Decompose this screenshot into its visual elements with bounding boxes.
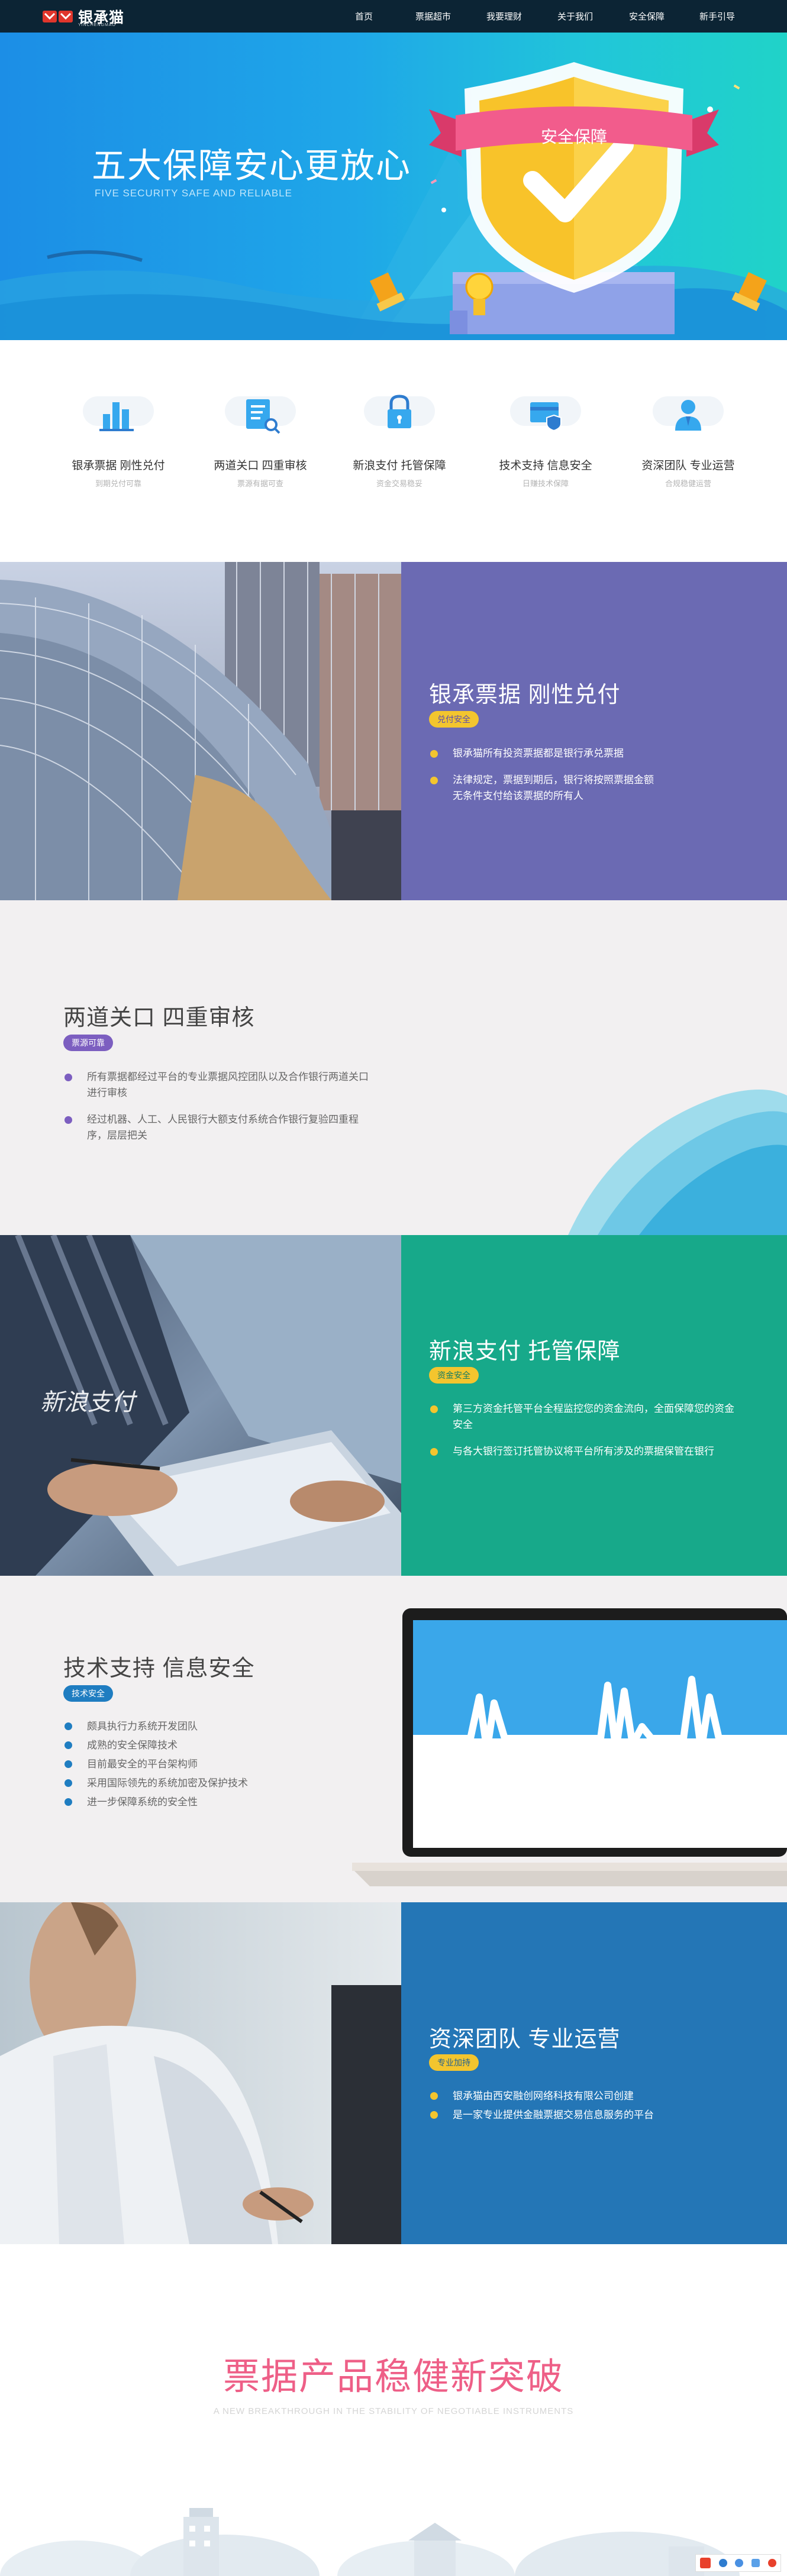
hero-subtitle: FIVE SECURITY SAFE AND RELIABLE bbox=[95, 188, 292, 199]
bullet-dot bbox=[430, 1405, 438, 1413]
hero-banner: 安全保障 五大保障安心更放心 FIVE SECURITY SAFE AND RE… bbox=[0, 33, 787, 340]
list-item: 第三方资金托管平台全程监控您的资金流向，全面保障您的资金安全 bbox=[429, 1401, 737, 1433]
list-item: 经过机器、人工、人民银行大额支付系统合作银行复验四重程序，层层把关 bbox=[63, 1111, 371, 1143]
bullet-dot bbox=[430, 1448, 438, 1456]
section-double-review: 两道关口 四重审核 票源可靠 所有票据都经过平台的专业票据风控团队以及合作银行两… bbox=[0, 900, 787, 1235]
city-skyline-graphic bbox=[0, 2508, 740, 2576]
list-item: 所有票据都经过平台的专业票据风控团队以及合作银行两道关口进行审核 bbox=[63, 1069, 371, 1101]
feature-desc: 日赚技术保障 bbox=[522, 479, 569, 488]
list-item: 与各大银行签订托管协议将平台所有涉及的票据保管在银行 bbox=[429, 1443, 737, 1459]
document-search-icon bbox=[201, 373, 320, 450]
sina-pay-watermark: 新浪支付 bbox=[40, 1389, 135, 1415]
bullet-dot bbox=[64, 1741, 72, 1749]
top-nav: 银承猫 YINCHENGMAO 首页 票据超市 我要理财 关于我们 安全保障 新… bbox=[0, 0, 787, 33]
list-item: 目前最安全的平台架构师 bbox=[63, 1756, 336, 1773]
building-photo bbox=[0, 562, 401, 900]
bullet-dot bbox=[64, 1760, 72, 1768]
section-list: 银承猫所有投资票据都是银行承兑票据 法律规定，票据到期后，银行将按照票据金额无条… bbox=[429, 745, 660, 815]
section-tag: 专业加持 bbox=[429, 2054, 479, 2071]
list-item: 是一家专业提供金融票据交易信息服务的平台 bbox=[429, 2106, 737, 2124]
feature-item[interactable]: 银承票据 刚性兑付 到期兑付可靠 bbox=[59, 373, 178, 489]
section-title: 两道关口 四重审核 bbox=[63, 1006, 255, 1030]
nav-item-guide[interactable]: 新手引导 bbox=[699, 10, 735, 22]
bullet-dot bbox=[64, 1722, 72, 1730]
section-title: 银承票据 刚性兑付 bbox=[429, 683, 621, 707]
bullet-dot bbox=[64, 1779, 72, 1787]
section-tag: 资金安全 bbox=[429, 1367, 479, 1384]
mic-icon[interactable] bbox=[735, 2559, 744, 2567]
section-title: 新浪支付 托管保障 bbox=[429, 1339, 621, 1364]
section-team: 资深团队 专业运营 专业加持 银承猫由西安融创网络科技有限公司创建 是一家专业提… bbox=[0, 1902, 787, 2244]
feature-desc: 资金交易稳妥 bbox=[376, 479, 422, 488]
list-item: 银承猫所有投资票据都是银行承兑票据 bbox=[429, 745, 660, 761]
cat-logo-icon bbox=[43, 9, 73, 24]
features-row: 银承票据 刚性兑付 到期兑付可靠 两道关口 四重审核 票源有据可查 新浪支付 托… bbox=[0, 340, 787, 562]
feature-desc: 合规稳健运营 bbox=[665, 479, 711, 488]
wave-graphic bbox=[568, 1090, 787, 1235]
section-list: 银承猫由西安融创网络科技有限公司创建 是一家专业提供金融票据交易信息服务的平台 bbox=[429, 2087, 737, 2125]
keyboard-icon[interactable] bbox=[751, 2559, 760, 2567]
feature-item[interactable]: 新浪支付 托管保障 资金交易稳妥 bbox=[340, 373, 459, 489]
feature-desc: 票源有据可查 bbox=[237, 479, 283, 488]
s-logo-icon[interactable] bbox=[699, 2558, 711, 2568]
chat-icon[interactable] bbox=[718, 2559, 727, 2567]
section-sina-pay: 新浪支付 新浪支付 托管保障 资金安全 第三方资金托管平台全程监控您的资金流向，… bbox=[0, 1235, 787, 1576]
section-tag: 技术安全 bbox=[63, 1685, 113, 1702]
feature-item[interactable]: 技术支持 信息安全 日赚技术保障 bbox=[486, 373, 605, 489]
feature-item[interactable]: 资深团队 专业运营 合规稳健运营 bbox=[629, 373, 747, 489]
logo-subtext: YINCHENGMAO bbox=[78, 23, 116, 27]
bullet-dot bbox=[430, 2111, 438, 2119]
bullet-dot bbox=[64, 1074, 72, 1081]
businessman-photo bbox=[0, 1902, 401, 2244]
feature-title: 新浪支付 托管保障 bbox=[353, 460, 446, 472]
floating-toolbar bbox=[695, 2554, 781, 2572]
bottom-subtitle: A NEW BREAKTHROUGH IN THE STABILITY OF N… bbox=[213, 2406, 574, 2416]
list-item: 采用国际领先的系统加密及保护技术 bbox=[63, 1775, 336, 1792]
nav-item-home[interactable]: 首页 bbox=[355, 10, 373, 22]
list-item: 颇具执行力系统开发团队 bbox=[63, 1718, 336, 1735]
feature-desc: 到期兑付可靠 bbox=[95, 479, 141, 488]
logo[interactable]: 银承猫 YINCHENGMAO bbox=[43, 5, 124, 28]
lock-icon bbox=[340, 373, 459, 450]
user-team-icon bbox=[629, 373, 747, 450]
hero-title: 五大保障安心更放心 bbox=[92, 147, 412, 185]
section-list: 颇具执行力系统开发团队 成熟的安全保障技术 目前最安全的平台架构师 采用国际领先… bbox=[63, 1718, 336, 1812]
bullet-dot bbox=[430, 2092, 438, 2100]
feature-item[interactable]: 两道关口 四重审核 票源有据可查 bbox=[201, 373, 320, 489]
section-title: 技术支持 信息安全 bbox=[63, 1656, 255, 1681]
section-list: 所有票据都经过平台的专业票据风控团队以及合作银行两道关口进行审核 经过机器、人工… bbox=[63, 1069, 371, 1154]
list-item: 进一步保障系统的安全性 bbox=[63, 1793, 336, 1811]
section-list: 第三方资金托管平台全程监控您的资金流向，全面保障您的资金安全 与各大银行签订托管… bbox=[429, 1401, 737, 1470]
section-tag: 兑付安全 bbox=[429, 711, 479, 728]
bottom-title: 票据产品稳健新突破 bbox=[222, 2357, 564, 2397]
hero-ribbon-label: 安全保障 bbox=[540, 128, 607, 146]
bullet-dot bbox=[430, 777, 438, 784]
feature-title: 银承票据 刚性兑付 bbox=[72, 460, 165, 472]
bar-chart-icon bbox=[59, 373, 178, 450]
nav-item-bill-market[interactable]: 票据超市 bbox=[415, 10, 451, 22]
section-tech-security: 技术支持 信息安全 技术安全 颇具执行力系统开发团队 成熟的安全保障技术 目前最… bbox=[0, 1576, 787, 1902]
list-item: 银承猫由西安融创网络科技有限公司创建 bbox=[429, 2087, 737, 2105]
feature-title: 资深团队 专业运营 bbox=[641, 460, 735, 472]
nav-item-security[interactable]: 安全保障 bbox=[629, 10, 665, 22]
list-item: 法律规定，票据到期后，银行将按照票据金额无条件支付给该票据的所有人 bbox=[429, 772, 660, 804]
bullet-dot bbox=[64, 1116, 72, 1124]
bullet-dot bbox=[64, 1798, 72, 1806]
bullet-dot bbox=[430, 750, 438, 758]
nav-item-invest[interactable]: 我要理财 bbox=[486, 10, 522, 22]
nav-item-about[interactable]: 关于我们 bbox=[557, 10, 593, 22]
card-shield-icon bbox=[486, 373, 605, 450]
shirt-icon[interactable] bbox=[768, 2559, 777, 2567]
list-item: 成熟的安全保障技术 bbox=[63, 1737, 336, 1754]
feature-title: 技术支持 信息安全 bbox=[499, 460, 592, 472]
section-tag: 票源可靠 bbox=[63, 1035, 113, 1051]
feature-title: 两道关口 四重审核 bbox=[214, 460, 307, 472]
section-bill-guarantee: 银承票据 刚性兑付 兑付安全 银承猫所有投资票据都是银行承兑票据 法律规定，票据… bbox=[0, 562, 787, 900]
laptop-graphic bbox=[352, 1608, 787, 1886]
section-title: 资深团队 专业运营 bbox=[429, 2027, 621, 2052]
